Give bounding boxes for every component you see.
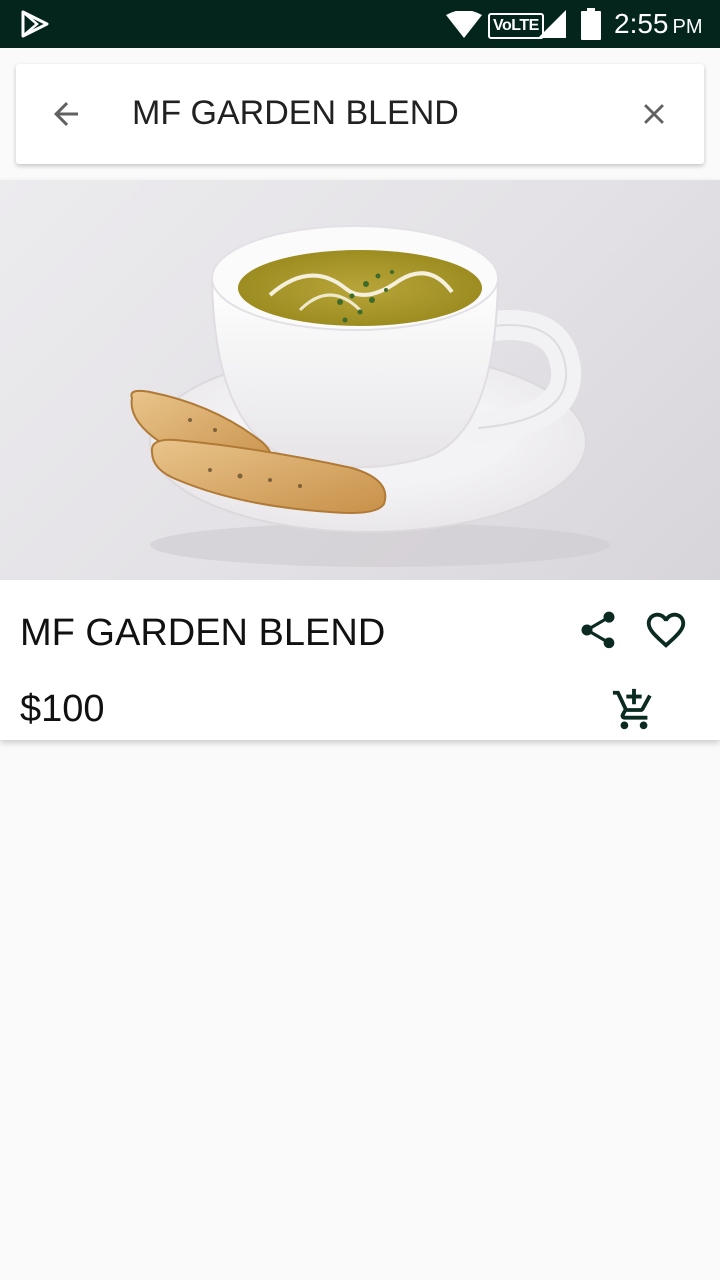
share-icon [581,611,615,649]
arrow-left-icon [54,102,78,126]
favorite-button[interactable] [642,606,690,654]
wifi-icon [446,11,482,38]
status-clock: 2:55 PM [614,8,703,40]
clock-ampm: PM [672,16,703,38]
add-to-cart-button[interactable] [610,686,658,734]
signal-icon [538,10,566,38]
play-store-icon [21,10,49,38]
volte-badge: VoLTE [488,13,544,39]
cart-plus-icon [612,688,652,730]
product-name: MF GARDEN BLEND [20,612,386,654]
soup-photo [130,225,610,567]
product-image [0,180,720,580]
clear-search-button[interactable] [630,90,678,138]
heart-outline-icon [646,612,686,648]
battery-icon [581,8,601,40]
search-bar: MF GARDEN BLEND [16,64,704,164]
share-button[interactable] [574,606,622,654]
clock-time: 2:55 [614,8,669,39]
back-button[interactable] [42,90,90,138]
search-query[interactable]: MF GARDEN BLEND [132,94,459,133]
status-bar: VoLTE 2:55 PM [0,0,720,48]
close-icon [644,104,664,124]
product-card[interactable]: MF GARDEN BLEND $100 [0,180,720,740]
product-price: $100 [20,688,105,730]
